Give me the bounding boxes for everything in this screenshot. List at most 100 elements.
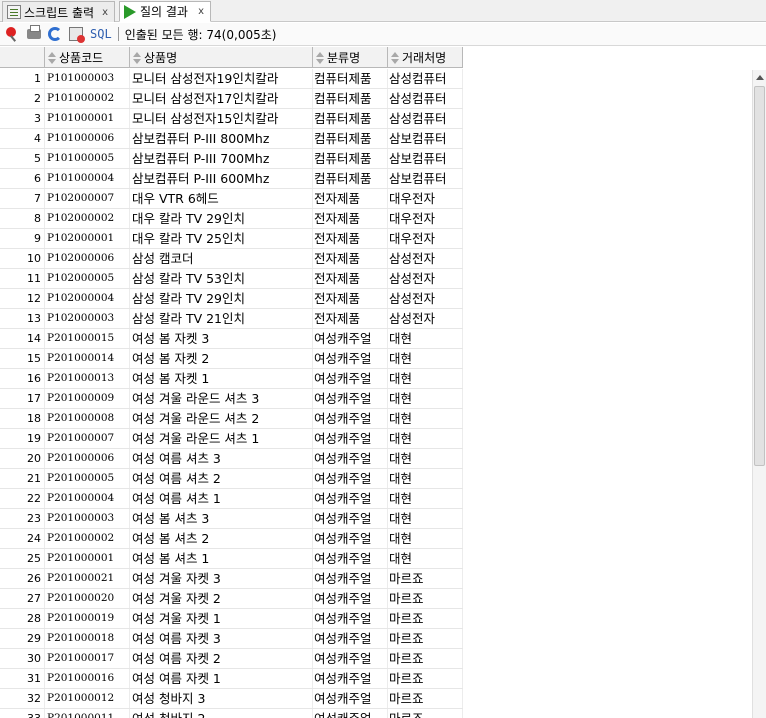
- category-cell[interactable]: 여성캐주얼: [313, 629, 388, 648]
- row-number[interactable]: 7: [0, 189, 45, 208]
- row-number[interactable]: 22: [0, 489, 45, 508]
- table-row[interactable]: 23 P201000003 여성 봄 셔츠 3 여성캐주얼 대현: [0, 509, 463, 529]
- row-number[interactable]: 26: [0, 569, 45, 588]
- product-code-cell[interactable]: P201000019: [45, 609, 130, 628]
- product-code-cell[interactable]: P102000004: [45, 289, 130, 308]
- table-row[interactable]: 15 P201000014 여성 봄 자켓 2 여성캐주얼 대현: [0, 349, 463, 369]
- row-number-header[interactable]: [0, 47, 45, 68]
- vendor-cell[interactable]: 마르죠: [388, 669, 463, 688]
- table-row[interactable]: 3 P101000001 모니터 삼성전자15인치칼라 컴퓨터제품 삼성컴퓨터: [0, 109, 463, 129]
- product-name-cell[interactable]: 삼성 칼라 TV 21인치: [130, 309, 313, 328]
- vendor-cell[interactable]: 마르죠: [388, 689, 463, 708]
- row-number[interactable]: 16: [0, 369, 45, 388]
- category-cell[interactable]: 여성캐주얼: [313, 669, 388, 688]
- vendor-cell[interactable]: 마르죠: [388, 629, 463, 648]
- row-number[interactable]: 3: [0, 109, 45, 128]
- product-code-cell[interactable]: P201000001: [45, 549, 130, 568]
- category-cell[interactable]: 여성캐주얼: [313, 689, 388, 708]
- product-code-cell[interactable]: P102000006: [45, 249, 130, 268]
- product-name-cell[interactable]: 여성 여름 셔츠 2: [130, 469, 313, 488]
- vendor-cell[interactable]: 삼보컴퓨터: [388, 149, 463, 168]
- category-cell[interactable]: 여성캐주얼: [313, 449, 388, 468]
- row-number[interactable]: 10: [0, 249, 45, 268]
- row-number[interactable]: 14: [0, 329, 45, 348]
- row-number[interactable]: 19: [0, 429, 45, 448]
- row-number[interactable]: 27: [0, 589, 45, 608]
- category-cell[interactable]: 컴퓨터제품: [313, 109, 388, 128]
- category-cell[interactable]: 컴퓨터제품: [313, 129, 388, 148]
- category-cell[interactable]: 여성캐주얼: [313, 469, 388, 488]
- row-number[interactable]: 15: [0, 349, 45, 368]
- row-number[interactable]: 4: [0, 129, 45, 148]
- vendor-cell[interactable]: 삼성전자: [388, 269, 463, 288]
- print-button[interactable]: [25, 25, 42, 43]
- product-code-cell[interactable]: P201000018: [45, 629, 130, 648]
- vendor-cell[interactable]: 대현: [388, 429, 463, 448]
- vendor-cell[interactable]: 대현: [388, 409, 463, 428]
- table-row[interactable]: 27 P201000020 여성 겨울 자켓 2 여성캐주얼 마르죠: [0, 589, 463, 609]
- row-number[interactable]: 20: [0, 449, 45, 468]
- category-cell[interactable]: 여성캐주얼: [313, 489, 388, 508]
- category-cell[interactable]: 전자제품: [313, 309, 388, 328]
- product-code-cell[interactable]: P201000016: [45, 669, 130, 688]
- category-cell[interactable]: 전자제품: [313, 269, 388, 288]
- row-number[interactable]: 28: [0, 609, 45, 628]
- category-cell[interactable]: 여성캐주얼: [313, 389, 388, 408]
- tab-script-output[interactable]: 스크립트 출력 x: [2, 1, 115, 22]
- product-code-cell[interactable]: P102000002: [45, 209, 130, 228]
- vendor-cell[interactable]: 마르죠: [388, 589, 463, 608]
- row-number[interactable]: 32: [0, 689, 45, 708]
- row-number[interactable]: 1: [0, 69, 45, 88]
- product-code-cell[interactable]: P101000005: [45, 149, 130, 168]
- table-row[interactable]: 9 P102000001 대우 칼라 TV 25인치 전자제품 대우전자: [0, 229, 463, 249]
- vendor-cell[interactable]: 마르죠: [388, 709, 463, 718]
- row-number[interactable]: 12: [0, 289, 45, 308]
- pin-button[interactable]: [4, 26, 21, 43]
- table-row[interactable]: 25 P201000001 여성 봄 셔츠 1 여성캐주얼 대현: [0, 549, 463, 569]
- table-row[interactable]: 31 P201000016 여성 여름 자켓 1 여성캐주얼 마르죠: [0, 669, 463, 689]
- product-name-cell[interactable]: 대우 VTR 6헤드: [130, 189, 313, 208]
- vendor-cell[interactable]: 삼성컴퓨터: [388, 89, 463, 108]
- product-name-cell[interactable]: 여성 청바지 2: [130, 709, 313, 718]
- vendor-cell[interactable]: 대현: [388, 529, 463, 548]
- category-cell[interactable]: 여성캐주얼: [313, 549, 388, 568]
- vendor-cell[interactable]: 대현: [388, 329, 463, 348]
- product-code-cell[interactable]: P201000007: [45, 429, 130, 448]
- table-row[interactable]: 19 P201000007 여성 겨울 라운드 셔츠 1 여성캐주얼 대현: [0, 429, 463, 449]
- product-name-cell[interactable]: 여성 여름 셔츠 1: [130, 489, 313, 508]
- category-cell[interactable]: 컴퓨터제품: [313, 169, 388, 188]
- row-number[interactable]: 31: [0, 669, 45, 688]
- product-code-cell[interactable]: P101000006: [45, 129, 130, 148]
- product-code-cell[interactable]: P101000004: [45, 169, 130, 188]
- table-row[interactable]: 29 P201000018 여성 여름 자켓 3 여성캐주얼 마르죠: [0, 629, 463, 649]
- table-row[interactable]: 1 P101000003 모니터 삼성전자19인치칼라 컴퓨터제품 삼성컴퓨터: [0, 69, 463, 89]
- table-row[interactable]: 21 P201000005 여성 여름 셔츠 2 여성캐주얼 대현: [0, 469, 463, 489]
- product-code-cell[interactable]: P101000001: [45, 109, 130, 128]
- product-code-cell[interactable]: P201000017: [45, 649, 130, 668]
- table-row[interactable]: 18 P201000008 여성 겨울 라운드 셔츠 2 여성캐주얼 대현: [0, 409, 463, 429]
- scroll-up-icon[interactable]: [753, 70, 766, 84]
- table-row[interactable]: 24 P201000002 여성 봄 셔츠 2 여성캐주얼 대현: [0, 529, 463, 549]
- table-row[interactable]: 26 P201000021 여성 겨울 자켓 3 여성캐주얼 마르죠: [0, 569, 463, 589]
- product-name-cell[interactable]: 여성 겨울 라운드 셔츠 1: [130, 429, 313, 448]
- vendor-cell[interactable]: 마르죠: [388, 569, 463, 588]
- product-code-cell[interactable]: P101000002: [45, 89, 130, 108]
- product-name-cell[interactable]: 삼성 캠코더: [130, 249, 313, 268]
- product-name-cell[interactable]: 여성 여름 자켓 2: [130, 649, 313, 668]
- scrollbar-thumb[interactable]: [754, 86, 765, 466]
- product-name-cell[interactable]: 모니터 삼성전자17인치칼라: [130, 89, 313, 108]
- vendor-cell[interactable]: 대현: [388, 549, 463, 568]
- vendor-cell[interactable]: 대우전자: [388, 209, 463, 228]
- vendor-cell[interactable]: 대현: [388, 509, 463, 528]
- product-code-cell[interactable]: P201000003: [45, 509, 130, 528]
- product-code-cell[interactable]: P102000005: [45, 269, 130, 288]
- product-code-cell[interactable]: P201000005: [45, 469, 130, 488]
- product-name-cell[interactable]: 여성 여름 자켓 1: [130, 669, 313, 688]
- row-number[interactable]: 9: [0, 229, 45, 248]
- category-cell[interactable]: 전자제품: [313, 249, 388, 268]
- category-cell[interactable]: 여성캐주얼: [313, 609, 388, 628]
- product-name-cell[interactable]: 여성 봄 셔츠 2: [130, 529, 313, 548]
- refresh-button[interactable]: [46, 26, 63, 43]
- product-name-cell[interactable]: 삼성 칼라 TV 53인치: [130, 269, 313, 288]
- product-code-cell[interactable]: P101000003: [45, 69, 130, 88]
